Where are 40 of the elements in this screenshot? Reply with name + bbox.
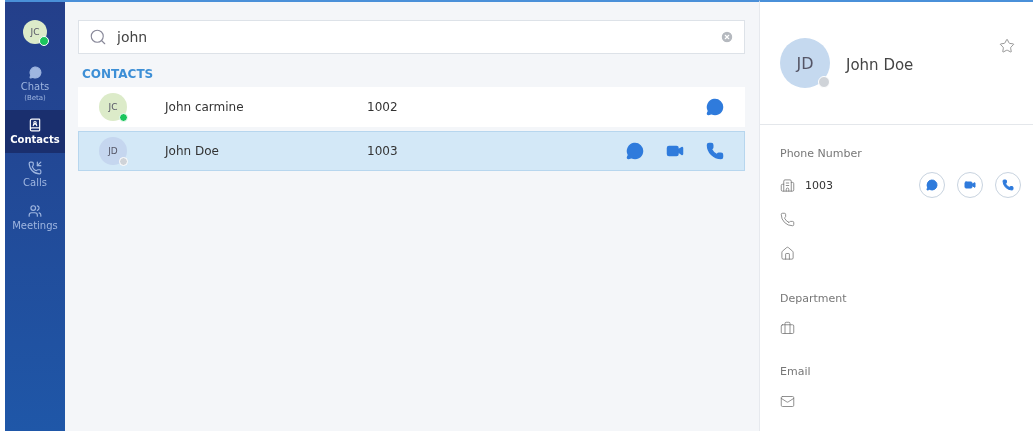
phone-icon[interactable] bbox=[1002, 179, 1014, 191]
chat-icon[interactable] bbox=[926, 179, 938, 191]
action-button[interactable] bbox=[957, 172, 983, 198]
contact-name: John Doe bbox=[165, 144, 220, 158]
action-button[interactable] bbox=[995, 172, 1021, 198]
contact-number: 1003 bbox=[367, 144, 399, 158]
house-icon bbox=[780, 245, 795, 261]
contact-number: 1002 bbox=[367, 100, 399, 114]
contact-name: John carmine bbox=[165, 100, 245, 114]
search-icon bbox=[89, 28, 107, 46]
field-label: Phone Number bbox=[780, 147, 863, 160]
section-title: CONTACTS bbox=[82, 67, 155, 81]
contact-avatar: JD bbox=[99, 137, 127, 165]
contact-avatar: JC bbox=[99, 93, 127, 121]
contact-row[interactable]: JC John carmine 1002 bbox=[78, 87, 745, 127]
phone-number: 1003 bbox=[805, 178, 834, 192]
star-icon[interactable] bbox=[999, 38, 1015, 54]
field-label: Email bbox=[780, 365, 812, 378]
field-label: Department bbox=[780, 292, 848, 305]
contact-name: John Doe bbox=[846, 56, 915, 76]
chat-icon bbox=[28, 66, 42, 79]
phone-icon[interactable] bbox=[706, 142, 724, 160]
building-icon bbox=[780, 177, 795, 193]
contact-avatar: JD bbox=[780, 38, 830, 88]
nav-item[interactable]: Meetings bbox=[5, 196, 65, 239]
phone-icon bbox=[780, 211, 795, 227]
address-book-icon bbox=[28, 118, 42, 132]
phone-icon bbox=[28, 161, 42, 175]
chat-icon[interactable] bbox=[706, 98, 724, 116]
search-box[interactable]: john bbox=[78, 20, 745, 54]
mail-icon bbox=[780, 393, 795, 409]
contact-row[interactable]: JD John Doe 1003 bbox=[78, 131, 745, 171]
user-avatar[interactable]: JC bbox=[23, 20, 47, 44]
chat-icon[interactable] bbox=[626, 142, 644, 160]
nav-item[interactable]: Contacts bbox=[5, 110, 65, 153]
video-icon[interactable] bbox=[964, 179, 976, 191]
nav-item[interactable]: Calls bbox=[5, 153, 65, 196]
action-button[interactable] bbox=[919, 172, 945, 198]
briefcase-icon bbox=[780, 320, 795, 336]
people-icon bbox=[28, 204, 42, 218]
